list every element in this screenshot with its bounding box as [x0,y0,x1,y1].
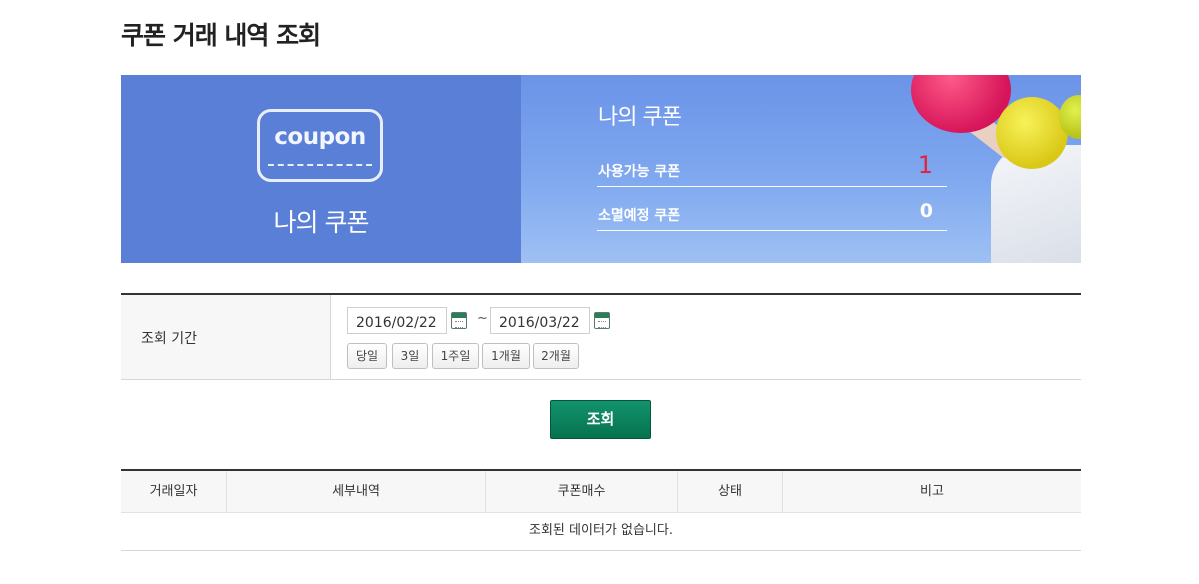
range-2months-button[interactable]: 2개월 [533,343,579,369]
coupon-dash-line [268,164,372,166]
transaction-table: 거래일자 세부내역 쿠폰매수 상태 비고 조회된 데이터가 없습니다. [121,469,1081,551]
expiring-coupon-label: 소멸예정 쿠폰 [598,208,681,224]
table-header-row: 거래일자 세부내역 쿠폰매수 상태 비고 [121,469,1081,513]
empty-result-message: 조회된 데이터가 없습니다. [121,513,1081,551]
page-title: 쿠폰 거래 내역 조회 [121,21,321,50]
end-date-input[interactable] [490,307,590,334]
available-coupon-count: 1 [917,151,933,179]
my-coupon-title: 나의 쿠폰 [598,105,682,130]
start-date-calendar-icon[interactable] [451,312,467,329]
column-header-coupon-count: 쿠폰매수 [486,471,678,513]
banner-right-panel: 나의 쿠폰 사용가능 쿠폰 1 소멸예정 쿠폰 0 [521,75,1081,263]
available-coupon-row: 사용가능 쿠폰 1 [597,151,947,187]
search-period-form: 조회 기간 ~ 당일 3일 1주일 1개월 2개월 [121,293,1081,380]
end-date-calendar-icon[interactable] [594,312,610,329]
date-range-separator: ~ [477,311,488,326]
range-1month-button[interactable]: 1개월 [482,343,530,369]
expiring-coupon-row: 소멸예정 쿠폰 0 [597,199,947,231]
range-3days-button[interactable]: 3일 [392,343,428,369]
banner-left-label: 나의 쿠폰 [273,208,370,237]
available-coupon-label: 사용가능 쿠폰 [598,164,681,180]
banner-left-panel: coupon 나의 쿠폰 [121,75,521,263]
search-submit-button[interactable]: 조회 [550,400,651,439]
range-1week-button[interactable]: 1주일 [432,343,479,369]
start-date-input[interactable] [347,307,447,334]
column-header-details: 세부내역 [227,471,486,513]
column-header-date: 거래일자 [121,471,227,513]
coupon-summary-banner: coupon 나의 쿠폰 나의 쿠폰 사용가능 쿠폰 1 소멸예정 쿠폰 0 [121,75,1081,263]
range-today-button[interactable]: 당일 [347,343,387,369]
search-label-cell: 조회 기간 [121,295,331,379]
search-period-label: 조회 기간 [141,331,197,347]
column-header-status: 상태 [678,471,783,513]
column-header-remarks: 비고 [920,484,944,499]
expiring-coupon-count: 0 [919,200,933,222]
yellow-balloon-image [996,97,1068,169]
coupon-icon-text: coupon [274,124,366,150]
coupon-icon: coupon [257,109,383,182]
